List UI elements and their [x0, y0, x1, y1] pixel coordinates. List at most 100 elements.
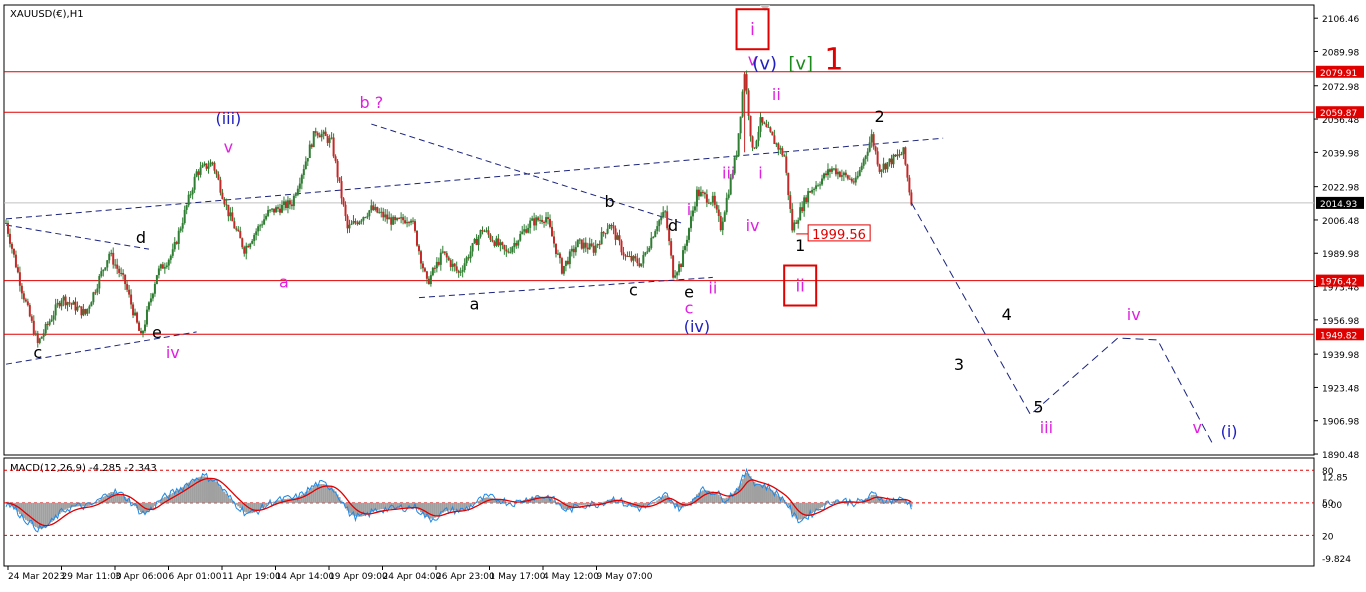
candle-body	[805, 197, 808, 203]
candle-body	[108, 253, 111, 261]
time-axis-label: 24 Apr 04:00	[383, 572, 442, 582]
time-axis-label: 24 Mar 2023	[8, 572, 65, 582]
candle-body	[686, 239, 689, 246]
candle-body	[682, 250, 685, 268]
price-axis[interactable]: 2106.462089.982072.982056.482039.982022.…	[1314, 15, 1364, 461]
time-axis[interactable]: 24 Mar 202329 Mar 11:003 Apr 06:00 6 Apr …	[7, 566, 653, 582]
candle-body	[533, 218, 536, 226]
candle-body	[380, 211, 383, 213]
wave-label: (iii)	[215, 109, 241, 128]
candle-body	[348, 224, 351, 229]
candle-body	[106, 260, 109, 268]
candle-body	[16, 267, 19, 273]
candle-body	[479, 230, 482, 237]
level-price-label: 1949.82	[1320, 331, 1357, 341]
candle-body	[14, 254, 17, 268]
candle-body	[40, 336, 43, 339]
candle-body	[314, 131, 317, 133]
time-axis-label: 3 Apr 06:00	[115, 572, 168, 582]
candle-body	[298, 183, 301, 189]
candle-body	[691, 210, 694, 217]
time-axis-label: 19 Apr 09:00	[329, 572, 388, 582]
candle-body	[749, 115, 752, 137]
candle-body	[165, 265, 168, 268]
candle-body	[350, 223, 353, 225]
macd-pane[interactable]	[3, 457, 1315, 567]
candle-body	[249, 243, 252, 248]
candle-body	[229, 212, 232, 217]
candle-body	[12, 248, 15, 255]
candle-body	[898, 154, 901, 156]
macd-axis[interactable]: 12.8580500.0020-9.824	[1322, 467, 1351, 565]
candle-body	[523, 229, 526, 232]
candle-body	[560, 258, 563, 274]
candle-body	[630, 255, 633, 261]
candle-body	[469, 251, 472, 259]
candle-body	[473, 239, 476, 244]
candle-body	[467, 257, 470, 259]
candle-body	[854, 177, 857, 183]
chart-window[interactable]: XAUUSD(€),H1 MACD(12,26,9) -4.285 -2.343…	[0, 0, 1366, 588]
candle-body	[529, 220, 532, 228]
candle-body	[709, 202, 712, 204]
candle-body	[672, 255, 675, 278]
candle-body	[277, 207, 280, 209]
candle-body	[590, 243, 593, 246]
candle-body	[795, 222, 798, 224]
candle-body	[241, 238, 244, 248]
candle-body	[378, 212, 381, 214]
candle-body	[122, 273, 125, 275]
candle-body	[570, 248, 573, 252]
candle-body	[52, 315, 55, 320]
candle-body	[453, 263, 456, 267]
candle-body	[48, 321, 51, 325]
candle-body	[433, 267, 436, 269]
wave-label: 2	[875, 107, 885, 126]
candle-body	[650, 237, 653, 248]
candle-body	[531, 218, 534, 221]
candle-body	[463, 263, 466, 271]
candle-body	[660, 216, 663, 221]
candle-body	[227, 204, 230, 217]
candle-body	[547, 217, 550, 220]
candle-body	[707, 202, 710, 204]
candle-body	[477, 236, 480, 245]
candle-body	[356, 222, 359, 225]
candle-body	[703, 192, 706, 195]
wave-label: v	[224, 137, 233, 156]
candle-body	[699, 191, 702, 197]
candle-body	[257, 226, 260, 232]
candle-body	[110, 252, 113, 254]
candle-body	[90, 302, 93, 307]
wave-label: (iv)	[684, 317, 710, 336]
candle-body	[366, 216, 369, 218]
candle-body	[813, 188, 816, 190]
candle-body	[838, 171, 841, 177]
candle-body	[36, 333, 39, 343]
candle-body	[785, 156, 788, 173]
candle-body	[773, 135, 776, 145]
candle-body	[308, 144, 311, 159]
candle-body	[713, 195, 716, 205]
candle-body	[294, 194, 297, 196]
candle-body	[68, 302, 71, 304]
candle-body	[360, 220, 363, 222]
candle-body	[382, 211, 385, 218]
candle-body	[828, 169, 831, 172]
candle-body	[499, 242, 502, 246]
candle-body	[455, 266, 458, 271]
candle-body	[44, 323, 47, 334]
candle-body	[834, 168, 837, 175]
candle-body	[26, 301, 29, 306]
candle-body	[892, 154, 895, 165]
candle-body	[761, 117, 764, 123]
candle-body	[138, 322, 141, 331]
candle-body	[259, 225, 262, 227]
candle-body	[598, 243, 601, 245]
candle-body	[82, 309, 85, 316]
candle-body	[20, 285, 23, 294]
candle-body	[275, 207, 278, 213]
candle-body	[852, 181, 855, 183]
candle-body	[136, 312, 139, 323]
candle-body	[233, 221, 236, 229]
